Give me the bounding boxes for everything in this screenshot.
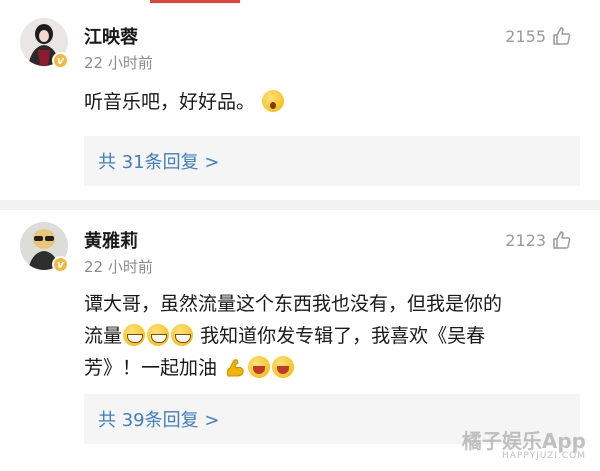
- comment-item: v 黄雅莉 22 小时前 2123 谭大哥，虽然流量这个东西我也没有，但我是你的…: [0, 222, 600, 452]
- comment-text-content: 听音乐吧，好好品。: [84, 91, 256, 113]
- top-bar: [0, 0, 600, 6]
- watermark: 橘子娱乐App HAPPYJUZI.COM: [462, 431, 586, 461]
- comment-text: 听音乐吧，好好品。: [84, 86, 584, 118]
- comment-time: 22 小时前: [84, 258, 153, 276]
- thumbs-up-icon: [553, 231, 571, 249]
- verified-badge-icon: v: [52, 256, 69, 273]
- comment-line-part: 我知道你发专辑了，我喜欢《吴春: [200, 325, 486, 347]
- like-button[interactable]: 2155: [505, 26, 572, 46]
- tab-indicator: [150, 0, 240, 3]
- comment-line-part: 芳》！一起加油: [84, 357, 218, 379]
- muscle-emoji-icon: [226, 359, 244, 377]
- watermark-text: 橘子娱乐App: [461, 429, 586, 453]
- view-replies-button[interactable]: 共 31条回复 >: [84, 136, 580, 186]
- comment-line: 谭大哥，虽然流量这个东西我也没有，但我是你的: [84, 293, 503, 315]
- laughing-emoji-icon: [248, 356, 271, 378]
- comment-line: 芳》！一起加油: [84, 352, 584, 384]
- user-name[interactable]: 江映蓉: [84, 23, 138, 49]
- comment-item: v 江映蓉 22 小时前 2155 听音乐吧，好好品。 共 31条回复 >: [0, 18, 600, 196]
- grin-emoji-icon: [123, 324, 146, 346]
- like-count: 2123: [505, 230, 546, 250]
- grin-emoji-icon: [147, 324, 170, 346]
- comment-line-part: 流量: [84, 325, 123, 347]
- surprised-emoji-icon: [262, 90, 285, 112]
- comment-time: 22 小时前: [84, 54, 153, 72]
- like-count: 2155: [505, 26, 546, 46]
- thumbs-up-icon: [553, 27, 571, 45]
- verified-badge-icon: v: [52, 52, 69, 69]
- section-divider: [0, 200, 600, 210]
- grin-emoji-icon: [171, 324, 194, 346]
- comment-text: 谭大哥，虽然流量这个东西我也没有，但我是你的 流量 我知道你发专辑了，我喜欢《吴…: [84, 288, 584, 384]
- comment-line: 流量 我知道你发专辑了，我喜欢《吴春: [84, 320, 584, 352]
- like-button[interactable]: 2123: [505, 230, 572, 250]
- user-name[interactable]: 黄雅莉: [84, 227, 138, 253]
- laughing-emoji-icon: [272, 356, 295, 378]
